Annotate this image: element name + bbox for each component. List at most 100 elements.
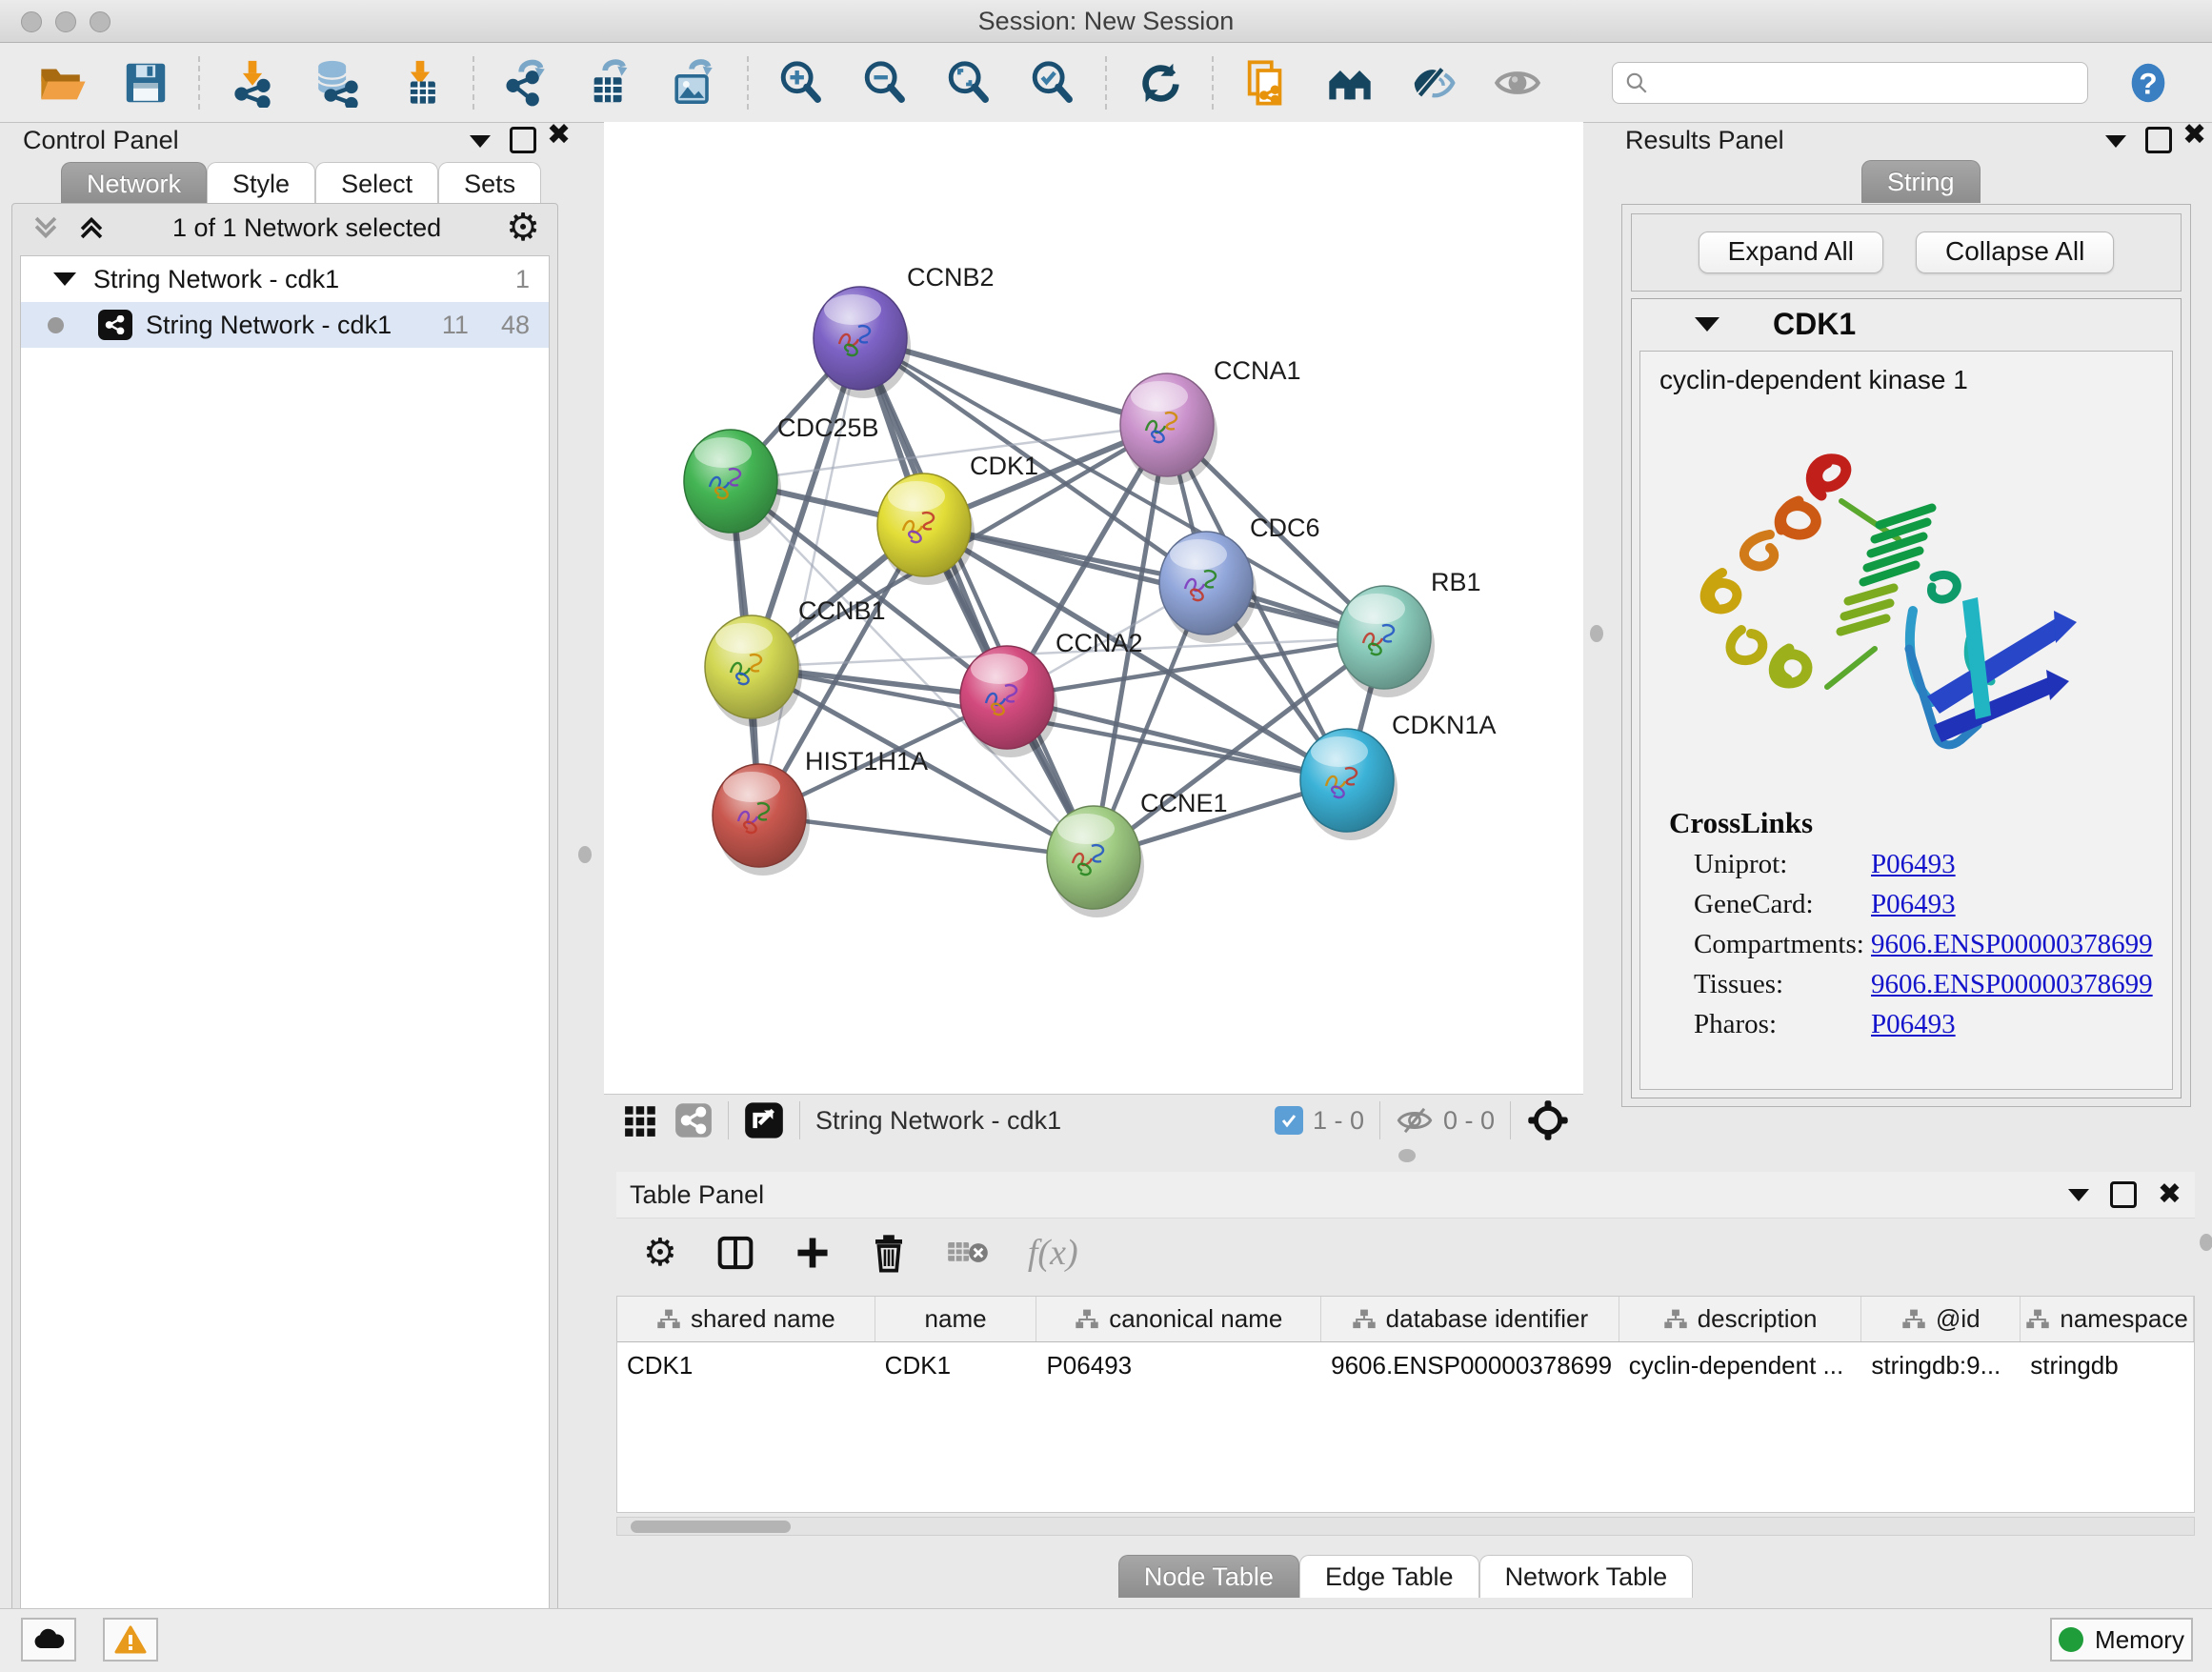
zoom-out-icon[interactable] (859, 57, 911, 109)
zoom-in-icon[interactable] (775, 57, 827, 109)
table-cell[interactable]: CDK1 (617, 1342, 875, 1388)
export-table-icon[interactable] (585, 57, 636, 109)
table-panel-float-icon[interactable] (2110, 1181, 2137, 1208)
network-node-CCNB2[interactable]: CCNB2 (814, 263, 995, 398)
network-canvas[interactable]: CCNB2CCNA1CDC25BCDK1CDC6RB1CCNB1CCNA2CDK… (604, 122, 1583, 1094)
center-view-icon[interactable] (1526, 1098, 1570, 1142)
network-edge[interactable] (759, 338, 860, 816)
warning-button[interactable] (103, 1618, 158, 1662)
tab-network-table[interactable]: Network Table (1479, 1555, 1694, 1598)
results-panel-float-icon[interactable] (2145, 127, 2172, 153)
show-columns-icon[interactable] (715, 1233, 755, 1273)
crosslink-link[interactable]: 9606.ENSP00000378699 (1871, 969, 2153, 1000)
table-cell[interactable]: stringdb (2021, 1342, 2194, 1388)
memory-button[interactable]: Memory (2050, 1618, 2193, 1662)
zoom-fit-icon[interactable] (943, 57, 995, 109)
tab-style[interactable]: Style (207, 162, 315, 205)
column-header-canonical-name[interactable]: canonical name (1036, 1297, 1321, 1341)
crosslink-link[interactable]: P06493 (1871, 889, 1956, 920)
node-label: CDC25B (777, 413, 879, 442)
table-panel-collapse-icon[interactable] (2068, 1189, 2089, 1201)
refresh-icon[interactable] (1134, 57, 1185, 109)
network-node-CDC6[interactable]: CDC6 (1159, 514, 1320, 643)
save-session-icon[interactable] (120, 57, 171, 109)
import-table-icon[interactable] (394, 57, 446, 109)
show-all-icon[interactable] (1492, 57, 1543, 109)
create-column-icon[interactable] (794, 1234, 832, 1272)
network-node-CDK1[interactable]: CDK1 (877, 452, 1038, 585)
network-node-HIST1H1A[interactable]: HIST1H1A (713, 747, 928, 876)
table-row[interactable]: CDK1CDK1P064939606.ENSP00000378699cyclin… (617, 1342, 2194, 1388)
table-options-gear-icon[interactable]: ⚙ (643, 1234, 677, 1272)
network-options-gear-icon[interactable]: ⚙ (506, 209, 540, 247)
export-image-icon[interactable] (669, 57, 720, 109)
bottom-splitter-handle[interactable] (1398, 1149, 1416, 1162)
selected-nodes-checkbox[interactable] (1275, 1106, 1303, 1135)
crosslink-link[interactable]: P06493 (1871, 849, 1956, 880)
control-panel-float-icon[interactable] (510, 127, 536, 153)
network-collection-row[interactable]: String Network - cdk1 1 (21, 256, 549, 302)
right-splitter-handle[interactable] (1590, 625, 1603, 642)
duplicate-network-icon[interactable] (1240, 57, 1292, 109)
help-icon[interactable]: ? (2122, 57, 2174, 109)
tab-select[interactable]: Select (315, 162, 438, 205)
network-node-CCNE1[interactable]: CCNE1 (1047, 789, 1228, 917)
collection-expander-icon[interactable] (53, 272, 76, 286)
column-header-database-identifier[interactable]: database identifier (1321, 1297, 1619, 1341)
column-header--id[interactable]: @id (1861, 1297, 2021, 1341)
tab-sets[interactable]: Sets (438, 162, 541, 205)
column-header-name[interactable]: name (875, 1297, 1037, 1341)
search-input[interactable] (1659, 67, 2076, 98)
import-network-icon[interactable] (227, 57, 278, 109)
function-builder-icon[interactable]: f(x) (1028, 1232, 1078, 1274)
collapse-all-button[interactable]: Collapse All (1916, 232, 2114, 273)
column-header-description[interactable]: description (1619, 1297, 1862, 1341)
selected-node-edge-count: 1 - 0 (1313, 1106, 1364, 1136)
first-neighbors-icon[interactable] (1324, 57, 1376, 109)
delete-column-icon[interactable] (870, 1233, 908, 1273)
zoom-selected-icon[interactable] (1027, 57, 1078, 109)
table-panel-close-icon[interactable]: ✖ (2158, 1184, 2182, 1205)
tab-network[interactable]: Network (61, 162, 207, 205)
left-splitter-handle[interactable] (578, 846, 592, 863)
cloud-button[interactable] (21, 1618, 76, 1662)
delete-table-icon[interactable] (946, 1236, 990, 1270)
hide-selected-icon[interactable] (1408, 57, 1459, 109)
table-cell[interactable]: cyclin-dependent ... (1619, 1342, 1862, 1388)
control-panel-collapse-icon[interactable] (470, 135, 491, 148)
crosslink-label: Compartments: (1694, 929, 1871, 960)
network-row[interactable]: String Network - cdk1 11 48 (21, 302, 549, 348)
network-node-RB1[interactable]: RB1 (1337, 568, 1481, 697)
crosslink-row: Compartments:9606.ENSP00000378699 (1694, 929, 2172, 960)
network-node-CDKN1A[interactable]: CDKN1A (1300, 711, 1497, 840)
tab-string[interactable]: String (1861, 160, 1981, 203)
export-network-icon[interactable] (501, 57, 553, 109)
expand-all-button[interactable]: Expand All (1699, 232, 1883, 273)
results-panel-close-icon[interactable]: ✖ (2182, 125, 2206, 146)
column-header-namespace[interactable]: namespace (2021, 1297, 2194, 1341)
collapse-all-icon[interactable] (30, 212, 62, 244)
column-header-shared-name[interactable]: shared name (617, 1297, 875, 1341)
crosslink-link[interactable]: 9606.ENSP00000378699 (1871, 929, 2153, 960)
detach-view-icon[interactable] (744, 1101, 784, 1139)
network-label: String Network - cdk1 (146, 311, 392, 340)
scrollbar-thumb[interactable] (631, 1521, 791, 1533)
import-network-from-database-icon[interactable] (311, 57, 362, 109)
table-horizontal-scrollbar[interactable] (616, 1517, 2195, 1536)
hidden-eye-icon[interactable] (1396, 1105, 1434, 1136)
table-cell[interactable]: stringdb:9... (1861, 1342, 2021, 1388)
tab-node-table[interactable]: Node Table (1118, 1555, 1299, 1598)
table-cell[interactable]: P06493 (1036, 1342, 1321, 1388)
table-cell[interactable]: 9606.ENSP00000378699 (1321, 1342, 1619, 1388)
network-edge[interactable] (860, 338, 1094, 857)
expand-all-icon[interactable] (75, 212, 108, 244)
tab-edge-table[interactable]: Edge Table (1299, 1555, 1479, 1598)
results-panel-collapse-icon[interactable] (2105, 135, 2126, 148)
birds-eye-grid-icon[interactable] (623, 1102, 659, 1138)
network-overview-share-icon[interactable] (674, 1102, 713, 1138)
open-session-icon[interactable] (36, 57, 88, 109)
gene-expander-icon[interactable] (1695, 317, 1719, 332)
control-panel-close-icon[interactable]: ✖ (547, 125, 571, 146)
crosslink-link[interactable]: P06493 (1871, 1009, 1956, 1040)
table-cell[interactable]: CDK1 (875, 1342, 1037, 1388)
